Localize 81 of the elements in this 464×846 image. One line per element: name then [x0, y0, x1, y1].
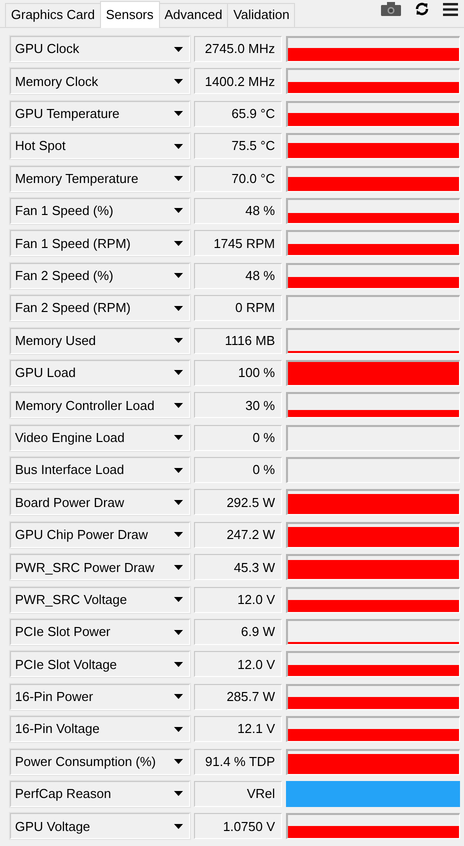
sensor-dropdown[interactable]: Power Consumption (%): [10, 748, 190, 775]
sensor-value: 91.4 % TDP: [194, 748, 282, 775]
refresh-icon[interactable]: [415, 2, 429, 16]
sensor-value: 1400.2 MHz: [194, 68, 282, 94]
sensor-dropdown[interactable]: PWR_SRC Voltage: [10, 586, 190, 613]
sensor-dropdown[interactable]: GPU Temperature: [10, 100, 190, 127]
sensor-dropdown[interactable]: Fan 2 Speed (RPM): [10, 295, 190, 322]
sensor-value: 0 RPM: [194, 295, 282, 322]
sensor-value: 48 %: [194, 262, 282, 289]
sensor-dropdown[interactable]: Memory Used: [10, 328, 190, 354]
sensor-dropdown[interactable]: Hot Spot: [10, 133, 190, 160]
caret-icon: [174, 176, 183, 182]
sensor-dropdown[interactable]: PCIe Slot Voltage: [10, 651, 190, 678]
sensor-value: 292.5 W: [194, 489, 282, 516]
sensor-dropdown[interactable]: GPU Load: [10, 360, 190, 386]
sensor-value: 285.7 W: [194, 684, 282, 710]
sensor-dropdown[interactable]: Memory Controller Load: [10, 392, 190, 418]
sensor-value: 12.1 V: [194, 716, 282, 742]
sensor-dropdown[interactable]: Bus Interface Load: [10, 457, 190, 484]
caret-icon: [174, 435, 183, 440]
tab[interactable]: Graphics Card: [5, 3, 101, 27]
caret-icon: [174, 402, 183, 408]
sensor-dropdown[interactable]: Board Power Draw: [10, 489, 190, 516]
caret-icon: [174, 46, 183, 52]
sensor-value: 0 %: [194, 424, 282, 451]
caret-icon: [174, 273, 183, 278]
caret-icon: [174, 144, 183, 149]
sensor-dropdown[interactable]: Memory Temperature: [10, 166, 190, 192]
tab[interactable]: Validation: [227, 3, 296, 27]
sensor-value: 0 %: [194, 457, 282, 484]
caret-icon: [174, 306, 183, 311]
caret-icon: [174, 468, 183, 473]
caret-icon: [174, 726, 183, 732]
caret-icon: [174, 824, 183, 829]
sensor-value: 75.5 °C: [194, 133, 282, 160]
sensor-dropdown[interactable]: GPU Clock: [10, 36, 190, 62]
caret-icon: [174, 630, 183, 635]
sensor-value: 30 %: [194, 392, 282, 418]
sensor-dropdown[interactable]: Fan 2 Speed (%): [10, 262, 190, 289]
sensor-value: 1745 RPM: [194, 230, 282, 256]
sensor-value: 247.2 W: [194, 522, 282, 548]
caret-icon: [174, 759, 183, 764]
sensor-dropdown[interactable]: PWR_SRC Power Draw: [10, 554, 190, 580]
caret-icon: [174, 240, 183, 246]
caret-icon: [174, 370, 183, 376]
caret-icon: [174, 500, 183, 505]
sensor-value: VRel: [194, 780, 282, 807]
sensor-dropdown[interactable]: PerfCap Reason: [10, 780, 190, 807]
sensor-value: 1116 MB: [194, 328, 282, 354]
sensor-value: 45.3 W: [194, 554, 282, 580]
caret-icon: [174, 662, 183, 667]
sensor-value: 65.9 °C: [194, 100, 282, 127]
sensor-dropdown[interactable]: 16-Pin Voltage: [10, 716, 190, 742]
caret-icon: [174, 791, 183, 796]
tab[interactable]: Sensors: [100, 1, 160, 28]
caret-icon: [174, 532, 183, 538]
sensor-value: 12.0 V: [194, 586, 282, 613]
sensor-dropdown[interactable]: GPU Voltage: [10, 813, 190, 840]
caret-icon: [174, 564, 183, 570]
caret-icon: [174, 597, 183, 602]
menu-icon[interactable]: [443, 2, 458, 16]
sensor-value: 1.0750 V: [194, 813, 282, 840]
sensor-dropdown[interactable]: 16-Pin Power: [10, 684, 190, 710]
camera-icon[interactable]: [381, 2, 401, 16]
sensor-dropdown[interactable]: GPU Chip Power Draw: [10, 522, 190, 548]
sensor-value: 100 %: [194, 360, 282, 386]
sensor-dropdown[interactable]: Memory Clock: [10, 68, 190, 94]
sensor-value: 12.0 V: [194, 651, 282, 678]
sensor-value: 6.9 W: [194, 619, 282, 646]
caret-icon: [174, 78, 183, 84]
sensor-value: 2745.0 MHz: [194, 36, 282, 62]
sensor-dropdown[interactable]: Fan 1 Speed (RPM): [10, 230, 190, 256]
sensor-dropdown[interactable]: Video Engine Load: [10, 424, 190, 451]
sensor-value: 70.0 °C: [194, 166, 282, 192]
caret-icon: [174, 694, 183, 700]
caret-icon: [174, 338, 183, 344]
sensor-dropdown[interactable]: PCIe Slot Power: [10, 619, 190, 646]
sensor-value: 48 %: [194, 198, 282, 224]
caret-icon: [174, 111, 183, 116]
caret-icon: [174, 208, 183, 214]
sensor-dropdown[interactable]: Fan 1 Speed (%): [10, 198, 190, 224]
